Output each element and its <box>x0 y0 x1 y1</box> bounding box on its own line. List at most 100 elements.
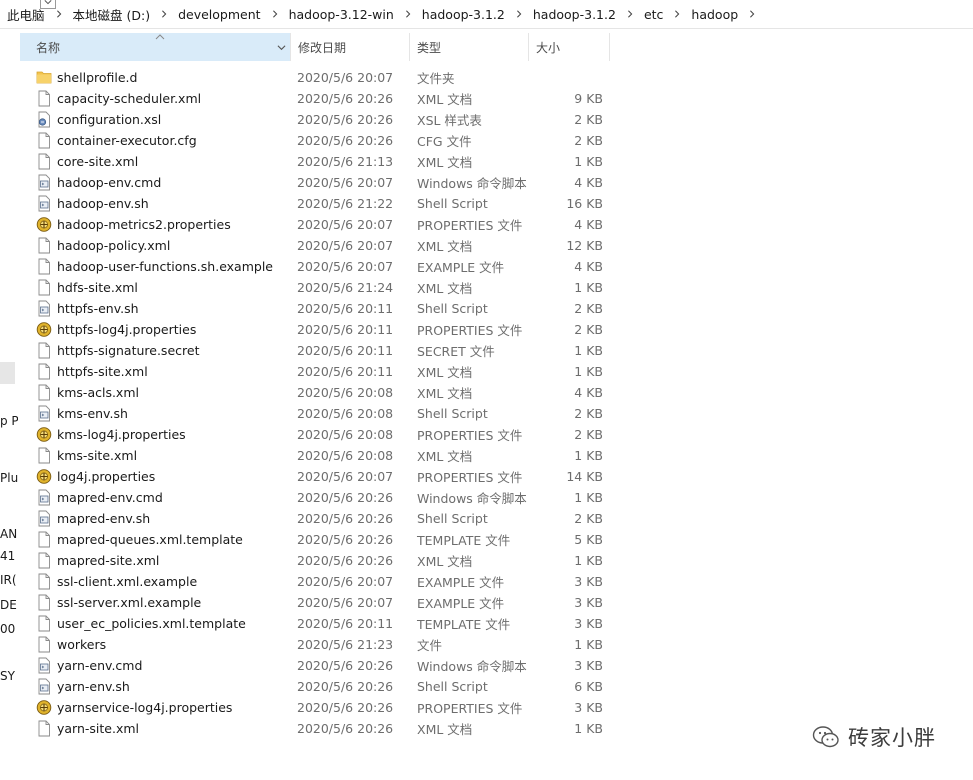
breadcrumb-item-etc[interactable]: etc <box>637 7 663 22</box>
file-size: 3 KB <box>574 700 603 715</box>
nav-selected-item[interactable] <box>0 362 15 384</box>
file-row[interactable]: configuration.xsl 2020/5/6 20:26 XSL 样式表 2 … <box>20 109 620 130</box>
file-icon <box>36 279 52 296</box>
file-modified-date: 2020/5/6 20:08 <box>297 385 394 400</box>
breadcrumb-item-hadoop-312-b[interactable]: hadoop-3.1.2 <box>526 7 616 22</box>
chevron-right-icon[interactable] <box>512 7 526 21</box>
script-file-icon <box>36 510 52 527</box>
file-type: CFG 文件 <box>417 134 472 149</box>
navigation-pane[interactable]: p P Plu AN 41 IR( DEI 00 SY <box>0 28 18 780</box>
file-modified-date: 2020/5/6 20:26 <box>297 553 394 568</box>
file-modified-date: 2020/5/6 20:08 <box>297 406 394 421</box>
file-row[interactable]: hadoop-metrics2.properties 2020/5/6 20:07… <box>20 214 620 235</box>
watermark-text: 砖家小胖 <box>848 726 936 750</box>
file-name: kms-log4j.properties <box>57 427 186 442</box>
file-size: 1 KB <box>574 154 603 169</box>
nav-fragment[interactable]: SY <box>0 669 15 683</box>
file-row[interactable]: kms-site.xml 2020/5/6 20:08 XML 文档 1 KB <box>20 445 620 466</box>
file-row[interactable]: mapred-env.sh 2020/5/6 20:26 Shell Script 2… <box>20 508 620 529</box>
file-type: PROPERTIES 文件 <box>417 323 523 338</box>
breadcrumb-item-drive[interactable]: 本地磁盘 (D:) <box>66 5 151 24</box>
breadcrumb-item-this-pc[interactable]: 此电脑 <box>0 5 45 24</box>
file-size: 6 KB <box>574 679 603 694</box>
nav-fragment[interactable]: 41 <box>0 549 15 563</box>
file-row[interactable]: hadoop-env.sh 2020/5/6 21:22 Shell Script 1… <box>20 193 620 214</box>
nav-fragment[interactable]: 00 <box>0 622 15 636</box>
chevron-down-icon[interactable] <box>40 0 56 9</box>
chevron-right-icon[interactable] <box>52 7 66 21</box>
column-header-type[interactable]: 类型 <box>411 33 529 61</box>
file-type: TEMPLATE 文件 <box>417 617 511 632</box>
file-row[interactable]: hadoop-env.cmd 2020/5/6 20:07 Windows 命令脚本… <box>20 172 620 193</box>
chevron-right-icon[interactable] <box>670 7 684 21</box>
chevron-down-icon[interactable] <box>277 43 286 52</box>
file-row[interactable]: capacity-scheduler.xml 2020/5/6 20:26 XML … <box>20 88 620 109</box>
file-modified-date: 2020/5/6 20:26 <box>297 532 394 547</box>
file-name: mapred-site.xml <box>57 553 160 568</box>
script-file-icon <box>36 174 52 191</box>
chevron-right-icon[interactable] <box>745 7 759 21</box>
file-row[interactable]: core-site.xml 2020/5/6 21:13 XML 文档 1 KB <box>20 151 620 172</box>
file-modified-date: 2020/5/6 21:13 <box>297 154 394 169</box>
column-header-name[interactable]: 名称 <box>20 33 291 61</box>
file-type: PROPERTIES 文件 <box>417 701 523 716</box>
file-row[interactable]: httpfs-signature.secret 2020/5/6 20:11 SEC… <box>20 340 620 361</box>
file-size: 1 KB <box>574 448 603 463</box>
file-modified-date: 2020/5/6 20:11 <box>297 364 394 379</box>
script-file-icon <box>36 657 52 674</box>
file-row[interactable]: yarn-env.sh 2020/5/6 20:26 Shell Script 6 K… <box>20 676 620 697</box>
file-row[interactable]: log4j.properties 2020/5/6 20:07 PROPERTIES… <box>20 466 620 487</box>
breadcrumb-item-development[interactable]: development <box>171 7 260 22</box>
column-header-date[interactable]: 修改日期 <box>292 33 410 61</box>
file-row[interactable]: mapred-queues.xml.template 2020/5/6 20:26… <box>20 529 620 550</box>
file-type: 文件夹 <box>417 71 455 86</box>
file-row[interactable]: mapred-env.cmd 2020/5/6 20:26 Windows 命令脚本… <box>20 487 620 508</box>
file-modified-date: 2020/5/6 20:11 <box>297 616 394 631</box>
file-row[interactable]: kms-acls.xml 2020/5/6 20:08 XML 文档 4 KB <box>20 382 620 403</box>
file-name: user_ec_policies.xml.template <box>57 616 246 631</box>
file-row[interactable]: yarn-env.cmd 2020/5/6 20:26 Windows 命令脚本 3 … <box>20 655 620 676</box>
chevron-right-icon[interactable] <box>623 7 637 21</box>
file-icon <box>36 258 52 275</box>
file-row[interactable]: mapred-site.xml 2020/5/6 20:26 XML 文档 1 KB <box>20 550 620 571</box>
file-row[interactable]: user_ec_policies.xml.template 2020/5/6 20… <box>20 613 620 634</box>
file-row[interactable]: httpfs-log4j.properties 2020/5/6 20:11 PRO… <box>20 319 620 340</box>
nav-fragment[interactable]: DEI <box>0 598 18 612</box>
file-row[interactable]: hadoop-user-functions.sh.example 2020/5/6… <box>20 256 620 277</box>
breadcrumb-item-hadoop-312-a[interactable]: hadoop-3.1.2 <box>415 7 505 22</box>
file-modified-date: 2020/5/6 20:07 <box>297 70 394 85</box>
file-type: XML 文档 <box>417 92 473 107</box>
file-row[interactable]: container-executor.cfg 2020/5/6 20:26 CFG … <box>20 130 620 151</box>
file-name: container-executor.cfg <box>57 133 197 148</box>
chevron-right-icon[interactable] <box>268 7 282 21</box>
column-header-size[interactable]: 大小 <box>530 33 610 61</box>
nav-fragment[interactable]: AN <box>0 527 17 541</box>
file-size: 16 KB <box>566 196 603 211</box>
chevron-right-icon[interactable] <box>401 7 415 21</box>
file-row[interactable]: kms-log4j.properties 2020/5/6 20:08 PROPER… <box>20 424 620 445</box>
file-row[interactable]: hadoop-policy.xml 2020/5/6 20:07 XML 文档 12 … <box>20 235 620 256</box>
breadcrumb-item-hadoop-win[interactable]: hadoop-3.12-win <box>282 7 394 22</box>
file-modified-date: 2020/5/6 20:07 <box>297 175 394 190</box>
file-modified-date: 2020/5/6 21:24 <box>297 280 394 295</box>
file-row[interactable]: yarnservice-log4j.properties 2020/5/6 20:… <box>20 697 620 718</box>
file-row[interactable]: ssl-client.xml.example 2020/5/6 20:07 EXAM… <box>20 571 620 592</box>
file-row[interactable]: hdfs-site.xml 2020/5/6 21:24 XML 文档 1 KB <box>20 277 620 298</box>
nav-fragment[interactable]: IR( <box>0 573 17 587</box>
chevron-right-icon[interactable] <box>157 7 171 21</box>
file-row[interactable]: workers 2020/5/6 21:23 文件 1 KB <box>20 634 620 655</box>
file-row[interactable]: httpfs-site.xml 2020/5/6 20:11 XML 文档 1 KB <box>20 361 620 382</box>
nav-fragment[interactable]: Plu <box>0 471 18 485</box>
file-name: httpfs-signature.secret <box>57 343 200 358</box>
file-row[interactable]: yarn-site.xml 2020/5/6 20:26 XML 文档 1 KB <box>20 718 620 739</box>
file-row[interactable]: kms-env.sh 2020/5/6 20:08 Shell Script 2 KB <box>20 403 620 424</box>
file-modified-date: 2020/5/6 20:11 <box>297 322 394 337</box>
file-size: 2 KB <box>574 511 603 526</box>
breadcrumb-item-hadoop[interactable]: hadoop <box>684 7 738 22</box>
file-type: XML 文档 <box>417 449 473 464</box>
nav-fragment[interactable]: p P <box>0 414 18 428</box>
file-row[interactable]: shellprofile.d 2020/5/6 20:07 文件夹 <box>20 67 620 88</box>
file-row[interactable]: httpfs-env.sh 2020/5/6 20:11 Shell Script 2… <box>20 298 620 319</box>
file-row[interactable]: ssl-server.xml.example 2020/5/6 20:07 EXAM… <box>20 592 620 613</box>
column-header-type-label: 类型 <box>417 40 442 55</box>
